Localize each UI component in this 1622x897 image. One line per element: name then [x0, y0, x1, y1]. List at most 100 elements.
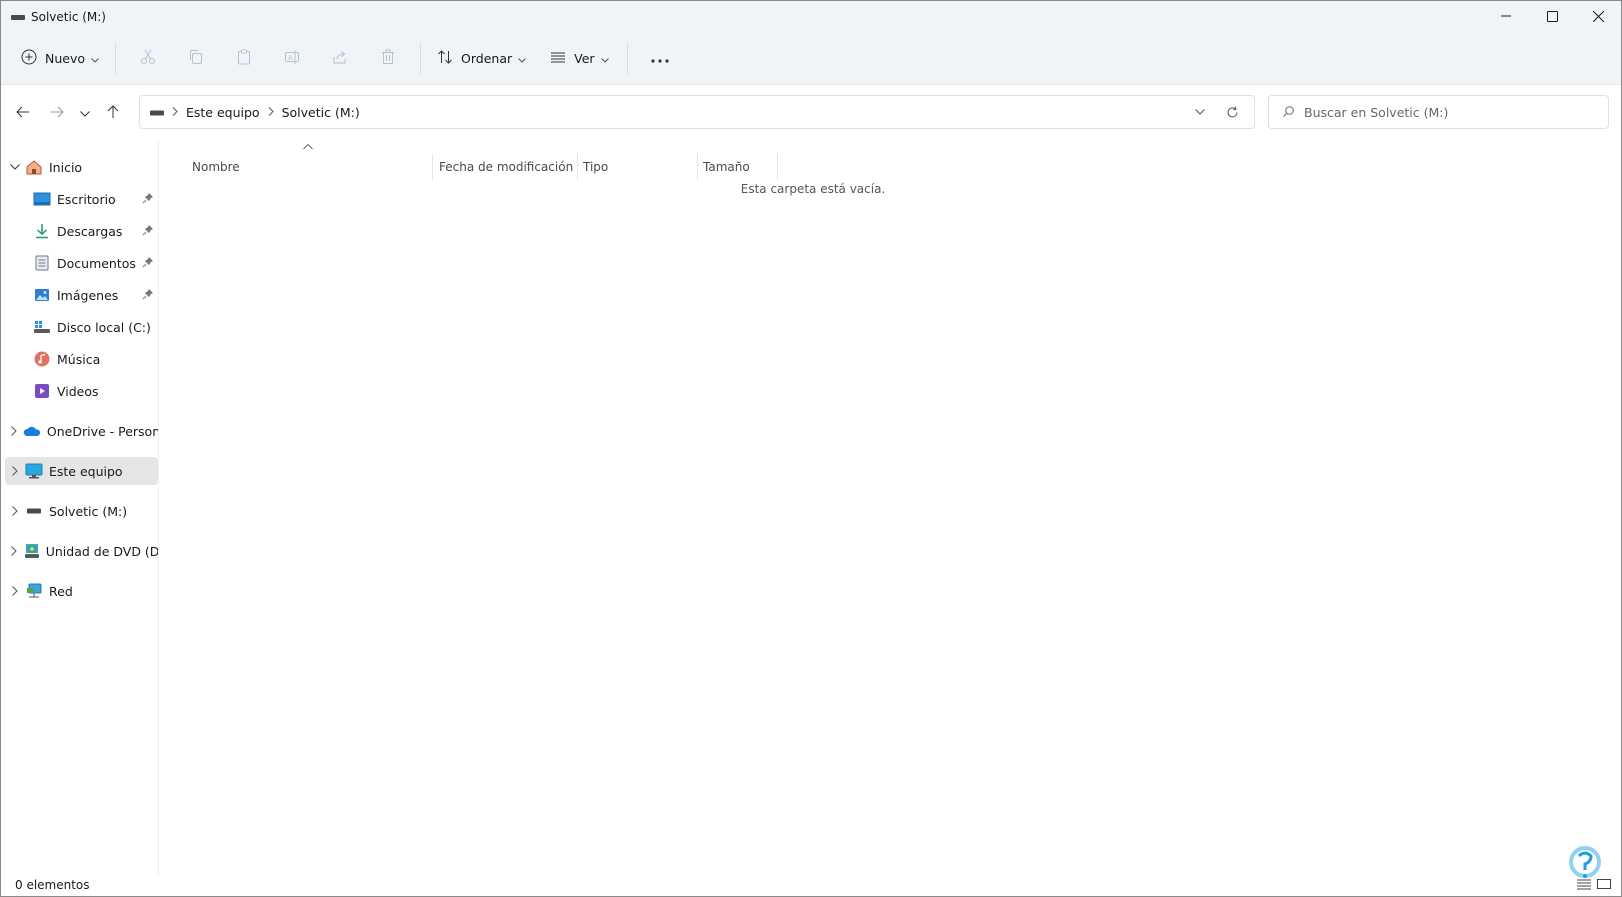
view-button-label: Ver — [574, 51, 595, 66]
pin-icon[interactable] — [142, 256, 154, 271]
list-view-icon — [550, 49, 566, 68]
view-button[interactable]: Ver — [542, 41, 616, 77]
file-list: Nombre Fecha de modificación Tipo Tamaño… — [161, 141, 1621, 876]
computer-icon — [25, 462, 43, 480]
column-header-label: Fecha de modificación — [439, 160, 574, 174]
sidebar-item-dvd[interactable]: Unidad de DVD (D:) — [5, 537, 158, 565]
pin-icon[interactable] — [142, 224, 154, 239]
copy-button[interactable] — [172, 41, 220, 77]
chevron-down-icon — [80, 106, 90, 120]
column-header-modified[interactable]: Fecha de modificación — [439, 154, 575, 180]
new-button-label: Nuevo — [45, 51, 86, 66]
breadcrumb-solvetic[interactable]: Solvetic (M:) — [282, 105, 360, 120]
column-divider[interactable] — [577, 154, 578, 180]
sidebar-item-musica[interactable]: Música — [5, 345, 158, 373]
cut-button[interactable] — [124, 41, 172, 77]
sidebar-item-videos[interactable]: Videos — [5, 377, 158, 405]
minimize-button[interactable] — [1483, 1, 1529, 31]
scissors-icon — [140, 49, 156, 68]
breadcrumb-este-equipo[interactable]: Este equipo — [186, 105, 260, 120]
clipboard-icon — [236, 49, 252, 68]
refresh-icon — [1227, 105, 1237, 117]
chevron-right-icon[interactable] — [5, 586, 25, 596]
up-button[interactable] — [101, 99, 125, 127]
sidebar-item-red[interactable]: Red — [5, 577, 158, 605]
documents-icon — [33, 254, 51, 272]
column-header-type[interactable]: Tipo — [583, 154, 693, 180]
close-button[interactable] — [1575, 1, 1621, 31]
network-icon — [25, 582, 43, 600]
search-box[interactable] — [1268, 95, 1609, 129]
download-icon — [33, 222, 51, 240]
paste-button[interactable] — [220, 41, 268, 77]
more-options-button[interactable] — [636, 41, 684, 77]
column-divider[interactable] — [777, 154, 778, 180]
chevron-right-icon — [172, 105, 178, 119]
arrow-up-icon — [107, 104, 119, 122]
column-divider[interactable] — [697, 154, 698, 180]
sidebar-item-documentos[interactable]: Documentos — [5, 249, 158, 277]
column-header-label: Tipo — [583, 160, 609, 174]
forward-button[interactable] — [45, 99, 69, 127]
copy-icon — [188, 49, 204, 68]
share-button[interactable] — [316, 41, 364, 77]
column-header-name[interactable]: Nombre — [192, 154, 438, 180]
empty-folder-message: Esta carpeta está vacía. — [740, 182, 886, 196]
sidebar-item-imagenes[interactable]: Imágenes — [5, 281, 158, 309]
search-input[interactable] — [1304, 104, 1584, 120]
sidebar-item-descargas[interactable]: Descargas — [5, 217, 158, 245]
rename-button[interactable]: A — [268, 41, 316, 77]
refresh-button[interactable] — [1216, 105, 1248, 119]
chevron-right-icon[interactable] — [5, 426, 23, 436]
column-header-size[interactable]: Tamaño — [703, 154, 773, 180]
arrow-left-icon — [16, 106, 30, 121]
delete-button[interactable] — [364, 41, 412, 77]
title-bar: Solvetic (M:) — [1, 1, 1621, 33]
chevron-right-icon — [268, 105, 274, 119]
chevron-down-icon[interactable] — [5, 164, 25, 170]
command-bar: Nuevo A Ordenar Ver — [1, 33, 1621, 85]
sidebar-item-label: Inicio — [49, 159, 83, 175]
videos-icon — [33, 382, 51, 400]
back-button[interactable] — [11, 99, 35, 127]
window-controls — [1483, 1, 1621, 33]
item-count: 0 elementos — [15, 878, 90, 892]
sidebar-item-solvetic[interactable]: Solvetic (M:) — [5, 497, 158, 525]
trash-icon — [380, 49, 396, 68]
chevron-right-icon[interactable] — [5, 506, 25, 516]
chevron-down-icon — [600, 51, 609, 66]
watermark-logo — [1563, 844, 1603, 890]
sidebar-item-este-equipo[interactable]: Este equipo — [5, 457, 158, 485]
sidebar-item-onedrive[interactable]: OneDrive - Personal — [5, 417, 158, 445]
sidebar-item-label: Disco local (C:) — [57, 319, 151, 335]
address-history-button[interactable] — [1184, 109, 1216, 115]
sidebar-item-label: Descargas — [57, 223, 123, 239]
pictures-icon — [33, 286, 51, 304]
column-header-label: Tamaño — [703, 160, 750, 174]
recent-locations-button[interactable] — [73, 99, 97, 127]
sidebar-item-label: Videos — [57, 383, 99, 399]
new-button[interactable]: Nuevo — [13, 41, 107, 77]
sort-button[interactable]: Ordenar — [429, 41, 534, 77]
sidebar-item-label: OneDrive - Personal — [46, 423, 158, 439]
onedrive-icon — [23, 422, 41, 440]
chevron-right-icon[interactable] — [5, 466, 25, 476]
maximize-button[interactable] — [1529, 1, 1575, 31]
chevron-right-icon[interactable] — [5, 546, 23, 556]
sidebar-item-label: Solvetic (M:) — [49, 503, 128, 519]
navigation-pane: Inicio Escritorio Descargas Documentos I… — [1, 141, 159, 876]
divider — [626, 42, 628, 75]
pin-icon[interactable] — [142, 288, 154, 303]
sidebar-item-label: Unidad de DVD (D:) — [45, 543, 158, 559]
column-divider[interactable] — [432, 154, 433, 180]
home-icon — [25, 158, 43, 176]
chevron-down-icon — [518, 51, 526, 66]
rename-icon: A — [284, 49, 300, 68]
drive-icon — [33, 318, 51, 336]
address-row: Este equipo Solvetic (M:) — [1, 85, 1621, 141]
sidebar-item-inicio[interactable]: Inicio — [5, 153, 158, 181]
sidebar-item-label: Imágenes — [57, 287, 119, 303]
divider — [115, 42, 117, 75]
address-bar[interactable]: Este equipo Solvetic (M:) — [139, 95, 1255, 129]
sidebar-item-disco-local[interactable]: Disco local (C:) — [5, 313, 158, 341]
